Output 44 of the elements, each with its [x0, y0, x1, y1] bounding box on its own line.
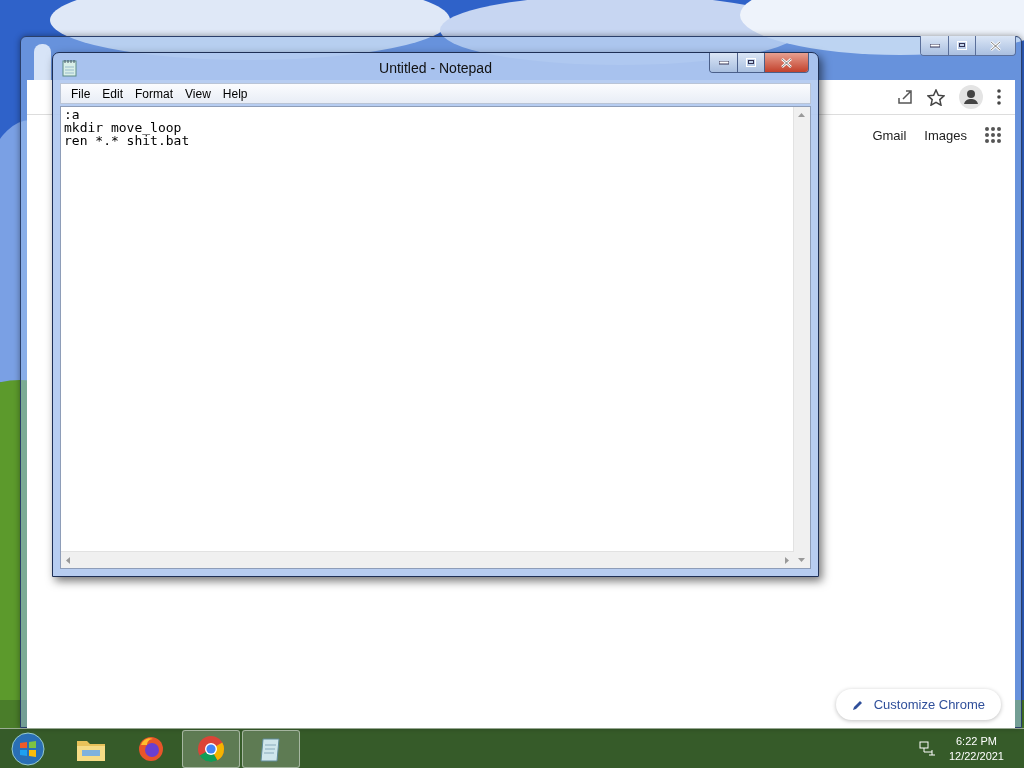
header-link[interactable]: Images: [924, 127, 967, 143]
menu-item[interactable]: View: [179, 86, 217, 101]
header-link[interactable]: Gmail: [872, 127, 907, 143]
profile-icon[interactable]: [959, 85, 983, 109]
close-button[interactable]: [975, 36, 1015, 55]
scroll-left-icon[interactable]: [66, 557, 70, 564]
window-title: Untitled - Notepad: [378, 60, 493, 76]
maximize-button[interactable]: [737, 53, 764, 72]
scroll-right-icon[interactable]: [785, 557, 789, 564]
close-icon: [781, 57, 792, 68]
minimize-icon: [718, 60, 729, 65]
maximize-icon: [957, 41, 967, 50]
horizontal-scrollbar[interactable]: [61, 551, 794, 568]
text-area[interactable]: :a mkdir move_loop ren *.* shit.bat: [60, 106, 811, 569]
close-button[interactable]: [764, 53, 808, 72]
vertical-scrollbar[interactable]: [793, 107, 810, 568]
close-icon: [990, 40, 1001, 51]
browser-tab[interactable]: [34, 44, 51, 80]
menu-item[interactable]: Help: [216, 86, 254, 101]
share-icon[interactable]: [897, 89, 913, 105]
apps-grid-icon[interactable]: [985, 127, 1001, 143]
clock[interactable]: 6:22 PM 12/22/2021: [948, 734, 1004, 764]
menu-item[interactable]: Format: [129, 86, 180, 101]
customize-chrome-button[interactable]: Customize Chrome: [835, 689, 1001, 720]
menu-icon[interactable]: [997, 89, 1001, 105]
firefox-icon: [137, 735, 165, 763]
scroll-up-icon[interactable]: [798, 113, 805, 117]
notepad-icon: [62, 59, 78, 77]
pencil-icon: [851, 698, 864, 711]
chrome-icon: [197, 735, 225, 763]
menu-item[interactable]: Edit: [96, 86, 130, 101]
clock-date: 12/22/2021: [948, 749, 1004, 764]
taskbar-button[interactable]: [242, 730, 300, 768]
minimize-icon: [929, 43, 940, 48]
maximize-icon: [746, 58, 756, 67]
menu-item[interactable]: File: [65, 86, 97, 101]
document-text: :a mkdir move_loop ren *.* shit.bat: [63, 107, 191, 148]
maximize-button[interactable]: [948, 36, 975, 55]
start-button[interactable]: [11, 732, 45, 766]
star-icon[interactable]: [927, 88, 945, 106]
scroll-down-icon[interactable]: [798, 558, 805, 562]
taskbar-button[interactable]: [182, 730, 240, 768]
network-icon[interactable]: [918, 741, 935, 757]
clock-time: 6:22 PM: [956, 734, 997, 749]
